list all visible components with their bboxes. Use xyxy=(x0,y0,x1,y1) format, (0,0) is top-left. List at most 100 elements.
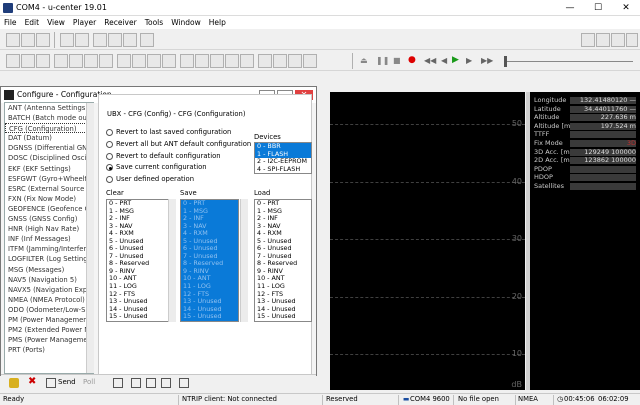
poll-button[interactable]: Poll xyxy=(83,378,95,386)
camera-icon[interactable] xyxy=(240,54,254,68)
binary-icon[interactable] xyxy=(69,54,83,68)
option-radio[interactable] xyxy=(106,152,113,160)
message-list-item[interactable]: FXN (Fix Now Mode) xyxy=(5,194,93,204)
compass-icon[interactable] xyxy=(210,54,224,68)
maximize-button[interactable]: ☐ xyxy=(584,0,612,16)
section-item[interactable]: 15 - Unused xyxy=(181,313,238,321)
message-list-item[interactable]: NAV5 (Navigation 5) xyxy=(5,275,93,285)
map-icon[interactable] xyxy=(132,54,146,68)
menu-edit[interactable]: Edit xyxy=(21,16,44,29)
pause-icon[interactable]: ❚❚ xyxy=(376,56,389,65)
menu-tools[interactable]: Tools xyxy=(141,16,167,29)
record-button-icon[interactable]: ● xyxy=(408,55,416,65)
eject-icon[interactable]: ⏏ xyxy=(360,56,368,65)
message-list-item[interactable]: HNR (High Nav Rate) xyxy=(5,224,93,234)
message-list-item[interactable]: ODO (Odometer/Low-Sp xyxy=(5,305,93,315)
section-list-scrollbar[interactable] xyxy=(168,199,176,322)
menu-help[interactable]: Help xyxy=(205,16,230,29)
tool-settings-icon[interactable] xyxy=(113,378,123,388)
option-radio[interactable] xyxy=(106,140,113,148)
section-list-scrollbar[interactable] xyxy=(240,199,248,322)
menu-receiver[interactable]: Receiver xyxy=(100,16,140,29)
option-radio[interactable] xyxy=(106,129,113,136)
menu-player[interactable]: Player xyxy=(69,16,100,29)
message-list-item[interactable]: LOGFILTER (Log Settings xyxy=(5,254,93,264)
signal-graph[interactable]: 50 40 30 20 10 dB xyxy=(330,92,525,390)
slider-thumb[interactable] xyxy=(504,56,507,67)
sky-icon[interactable] xyxy=(162,54,176,68)
playback-slider[interactable] xyxy=(505,61,633,62)
message-list[interactable]: ANT (Antenna Settings) BATCH (Batch mode … xyxy=(4,102,94,374)
histogram-icon[interactable] xyxy=(195,54,209,68)
record-icon[interactable] xyxy=(140,33,154,47)
autobaud-icon[interactable] xyxy=(36,54,50,68)
message-list-item[interactable]: ESFGWT (Gyro+Wheeltick xyxy=(5,174,93,184)
save-sections-list[interactable]: 0 - PRT 1 - MSG 2 - INF 3 - NAV 4 - RXM 5 - U… xyxy=(180,199,239,322)
message-list-item[interactable]: MSG (Messages) xyxy=(5,265,93,275)
minimize-button[interactable]: — xyxy=(556,0,584,16)
deviation-icon[interactable] xyxy=(180,54,194,68)
rewind-icon[interactable]: ◀◀ xyxy=(424,56,436,65)
message-list-item[interactable]: ESRC (External Source Co xyxy=(5,184,93,194)
tool-icon[interactable] xyxy=(581,33,595,47)
message-list-item[interactable]: ANT (Antenna Settings) xyxy=(5,103,93,113)
print-icon[interactable] xyxy=(60,33,74,47)
message-list-item[interactable]: PMS (Power Managemer xyxy=(5,335,93,345)
message-list-item[interactable]: PM (Power Management xyxy=(5,315,93,325)
message-list-item[interactable]: DAT (Datum) xyxy=(5,133,93,143)
message-list-item[interactable]: BATCH (Batch mode outp xyxy=(5,113,93,123)
device-item[interactable]: 4 - SPI-FLASH xyxy=(255,165,311,173)
cursor-icon[interactable] xyxy=(611,33,625,47)
step-back-icon[interactable]: ◀ xyxy=(441,56,447,65)
baud-icon[interactable] xyxy=(21,54,35,68)
message-list-item[interactable]: GEOFENCE (Geofence Co xyxy=(5,204,93,214)
menu-view[interactable]: View xyxy=(43,16,69,29)
load-sections-list[interactable]: 0 - PRT 1 - MSG 2 - INF 3 - NAV 4 - RXM 5 - U… xyxy=(254,199,312,322)
text-icon[interactable] xyxy=(84,54,98,68)
step-forward-icon[interactable]: ▶ xyxy=(466,56,472,65)
folder-icon[interactable] xyxy=(146,378,156,388)
paste-icon[interactable] xyxy=(123,33,137,47)
clear-sections-list[interactable]: 0 - PRT 1 - MSG 2 - INF 3 - NAV 4 - RXM 5 - U… xyxy=(106,199,176,322)
globe-icon[interactable] xyxy=(288,54,302,68)
message-list-item[interactable]: CFG (Configuration) xyxy=(5,123,93,134)
spectrum-icon[interactable] xyxy=(258,54,272,68)
save-icon[interactable] xyxy=(21,33,35,47)
message-list-item[interactable]: DOSC (Disciplined Oscilla xyxy=(5,153,93,163)
fast-forward-icon[interactable]: ▶▶ xyxy=(481,56,493,65)
preview-icon[interactable] xyxy=(75,33,89,47)
message-list-scrollbar[interactable] xyxy=(86,103,94,373)
config-icon[interactable] xyxy=(99,54,113,68)
new-icon[interactable] xyxy=(6,33,20,47)
connect-icon[interactable] xyxy=(6,54,20,68)
message-list-item[interactable]: DGNSS (Differential GNSS xyxy=(5,143,93,153)
message-list-item[interactable]: INF (Inf Messages) xyxy=(5,234,93,244)
database-icon[interactable] xyxy=(303,54,317,68)
chart-icon[interactable] xyxy=(117,54,131,68)
grid-icon[interactable] xyxy=(626,33,638,47)
devices-list[interactable]: 0 - BBR 1 - FLASH 2 - I2C-EEPROM 4 - SPI-FL… xyxy=(254,142,312,174)
message-list-item[interactable]: NAVX5 (Navigation Expe xyxy=(5,285,93,295)
play-icon[interactable]: ▶ xyxy=(452,55,459,65)
message-list-item[interactable]: NMEA (NMEA Protocol) xyxy=(5,295,93,305)
delete-icon[interactable]: ✖ xyxy=(28,376,36,387)
lock-icon[interactable] xyxy=(9,378,19,388)
stop-icon[interactable]: ■ xyxy=(393,56,401,65)
table-icon[interactable] xyxy=(147,54,161,68)
send-button[interactable]: Send xyxy=(58,378,76,386)
sun-icon[interactable] xyxy=(596,33,610,47)
open-icon[interactable] xyxy=(36,33,50,47)
section-item[interactable]: 15 - Unused xyxy=(255,313,311,321)
menu-file[interactable]: File xyxy=(0,16,21,29)
message-list-item[interactable]: PRT (Ports) xyxy=(5,345,93,355)
grid-view-icon[interactable] xyxy=(179,378,189,388)
clock-icon[interactable] xyxy=(225,54,239,68)
close-button[interactable]: ✕ xyxy=(612,0,640,16)
signal-icon[interactable] xyxy=(273,54,287,68)
cut-icon[interactable] xyxy=(93,33,107,47)
message-list-item[interactable]: ITFM (Jamming/Interferen xyxy=(5,244,93,254)
packet-icon[interactable] xyxy=(54,54,68,68)
camera-icon[interactable] xyxy=(131,378,141,388)
export-icon[interactable] xyxy=(161,378,171,388)
menu-window[interactable]: Window xyxy=(167,16,205,29)
